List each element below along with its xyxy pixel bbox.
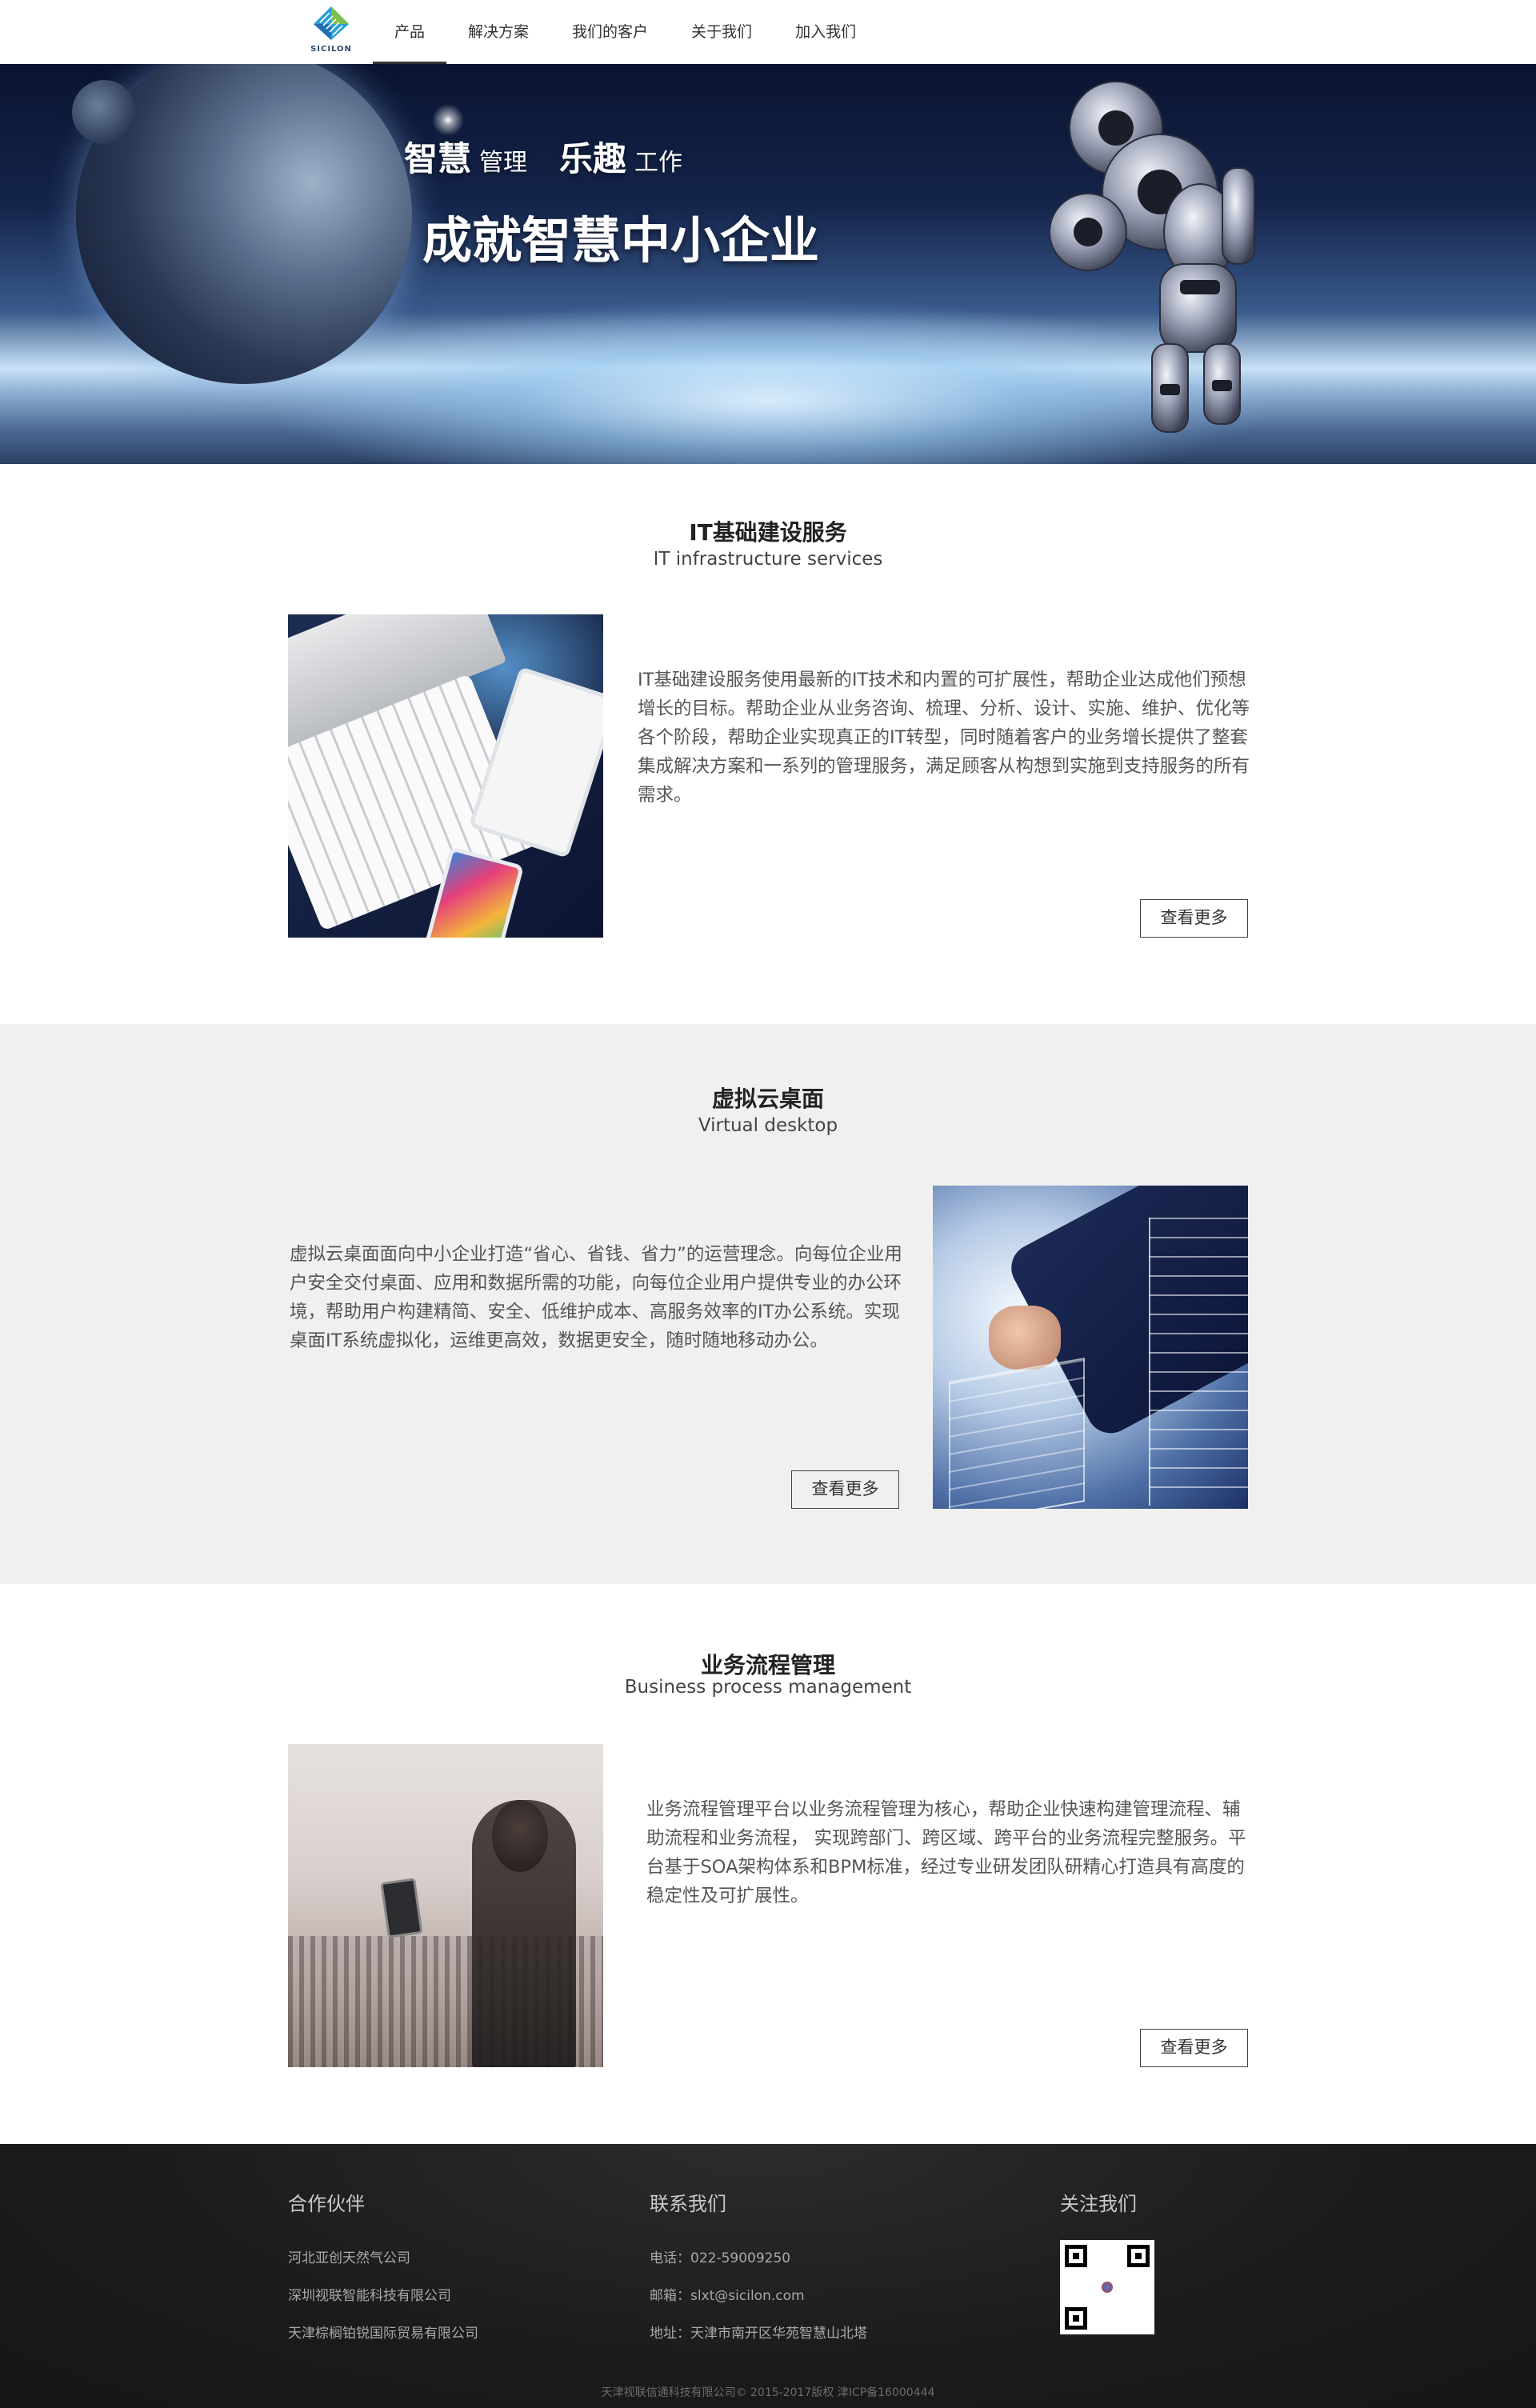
nav-item-join[interactable]: 加入我们 bbox=[774, 0, 878, 64]
business-woman-photo bbox=[288, 1744, 603, 2067]
hero-word-manage: 管理 bbox=[479, 149, 528, 177]
footer-contact: 联系我们 电话：022-59009250 邮箱：slxt@sicilon.com… bbox=[650, 2188, 867, 2353]
logo-mark-icon bbox=[314, 6, 349, 40]
section-title: 业务流程管理 bbox=[700, 1652, 835, 1678]
contact-address: 地址：天津市南开区华苑智慧山北塔 bbox=[650, 2326, 867, 2342]
view-more-button[interactable]: 查看更多 bbox=[1140, 2029, 1248, 2067]
footer: 合作伙伴 河北亚创天然气公司 深圳视联智能科技有限公司 天津棕榈铂锐国际贸易有限… bbox=[0, 2144, 1536, 2408]
section-description: IT基础建设服务使用最新的IT技术和内置的可扩展性，帮助企业达成他们预想增长的目… bbox=[638, 670, 1250, 806]
virtual-desktop-photo bbox=[933, 1186, 1248, 1509]
qr-code-icon bbox=[1060, 2240, 1154, 2334]
view-more-button[interactable]: 查看更多 bbox=[791, 1470, 899, 1509]
section-title: IT基础建设服务 bbox=[689, 519, 847, 546]
footer-follow-title: 关注我们 bbox=[1060, 2193, 1137, 2215]
section-title: 虚拟云桌面 bbox=[711, 1086, 824, 1112]
logo[interactable]: SICILON bbox=[307, 5, 355, 59]
footer-follow: 关注我们 bbox=[1060, 2188, 1154, 2334]
contact-phone: 电话：022-59009250 bbox=[650, 2250, 791, 2266]
copyright-text: 天津视联信通科技有限公司© 2015-2017版权 津ICP备16000444 bbox=[601, 2386, 935, 2399]
section-subtitle: Virtual desktop bbox=[698, 1115, 838, 1136]
hero-word-work: 工作 bbox=[634, 149, 683, 177]
top-nav: SICILON 产品 解决方案 我们的客户 关于我们 加入我们 bbox=[0, 0, 1536, 64]
hero-star-icon bbox=[432, 104, 464, 136]
footer-partners: 合作伙伴 河北亚创天然气公司 深圳视联智能科技有限公司 天津棕榈铂锐国际贸易有限… bbox=[288, 2188, 478, 2353]
footer-partners-title: 合作伙伴 bbox=[288, 2193, 365, 2215]
hero-title: 成就智慧中小企业 bbox=[422, 211, 820, 270]
section-virtual-desktop: 虚拟云桌面 Virtual desktop 虚拟云桌面面向中小企业打造“省心、省… bbox=[0, 1024, 1536, 1584]
hero-word-wisdom: 智慧 bbox=[404, 139, 472, 178]
contact-email[interactable]: 邮箱：slxt@sicilon.com bbox=[650, 2278, 867, 2315]
hero-moon-image bbox=[72, 80, 136, 144]
section-description: 虚拟云桌面面向中小企业打造“省心、省钱、省力”的运营理念。向每位企业用户安全交付… bbox=[290, 1244, 902, 1351]
nav-item-solutions[interactable]: 解决方案 bbox=[446, 0, 550, 64]
section-description: 业务流程管理平台以业务流程管理为核心，帮助企业快速构建管理流程、辅助流程和业务流… bbox=[646, 1799, 1246, 1906]
view-more-button[interactable]: 查看更多 bbox=[1140, 899, 1248, 938]
devices-photo bbox=[288, 614, 603, 938]
section-business-process: 业务流程管理 Business process management 业务流程管… bbox=[0, 1584, 1536, 2144]
hero-banner: 智慧 管理 乐趣 工作 成就智慧中小企业 bbox=[0, 64, 1536, 464]
nav-item-about[interactable]: 关于我们 bbox=[670, 0, 774, 64]
robot-gears-image bbox=[1049, 81, 1255, 433]
logo-text: SICILON bbox=[310, 45, 352, 54]
hero-word-fun: 乐趣 bbox=[559, 139, 627, 178]
nav-item-products[interactable]: 产品 bbox=[373, 0, 447, 64]
nav-item-customers[interactable]: 我们的客户 bbox=[550, 0, 670, 64]
partner-link[interactable]: 河北亚创天然气公司 bbox=[288, 2240, 478, 2278]
partner-link[interactable]: 天津棕榈铂锐国际贸易有限公司 bbox=[288, 2315, 478, 2353]
section-subtitle: Business process management bbox=[624, 1677, 912, 1698]
partner-link[interactable]: 深圳视联智能科技有限公司 bbox=[288, 2278, 478, 2315]
section-it-infrastructure: IT基础建设服务 IT infrastructure services IT基础… bbox=[0, 464, 1536, 1024]
nav-menu: 产品 解决方案 我们的客户 关于我们 加入我们 bbox=[373, 0, 878, 64]
section-subtitle: IT infrastructure services bbox=[653, 549, 883, 570]
footer-contact-title: 联系我们 bbox=[650, 2193, 726, 2215]
hero-slogan: 智慧 管理 乐趣 工作 bbox=[404, 132, 682, 181]
